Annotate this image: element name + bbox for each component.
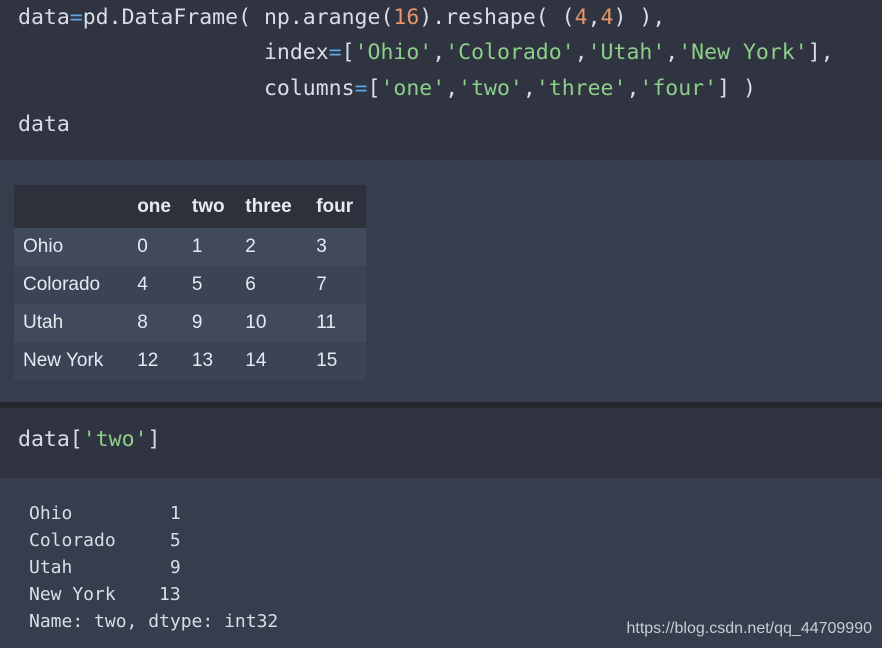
code-token: ] [147,427,161,452]
table-cell: 2 [236,228,308,266]
output-cell-1: one two three four Ohio 0 1 2 3 Colorado 4 5 6 7 Utah… [0,160,882,402]
code-token: [ [341,40,355,65]
table-cell: 7 [307,266,366,304]
code-token: = [354,76,368,101]
code-token: 'two' [458,76,523,101]
code-token: ).reshape( ( [419,5,575,30]
table-cell: 12 [128,342,183,380]
table-cell: 3 [307,228,366,266]
code-cell-2[interactable]: data['two'] [0,408,882,478]
code-token: 'one' [380,76,446,101]
table-cell: 6 [236,266,308,304]
code-token: index [18,40,329,65]
code-token: 'two' [82,427,148,452]
code-token: 'Utah' [587,40,666,65]
row-index: Ohio [14,228,129,266]
code-token: data [18,5,70,30]
table-cell: 8 [128,304,183,342]
row-index: Colorado [14,266,129,304]
table-cell: 10 [236,304,308,342]
code-token: data[ [18,427,83,452]
code-token: ], [807,40,834,65]
code-token: 'three' [535,76,627,101]
code-cell-1[interactable]: data=pd.DataFrame( np.arange(16).reshape… [0,0,882,160]
watermark: https://blog.csdn.net/qq_44709990 [626,620,872,637]
table-row: Utah 8 9 10 11 [14,304,366,342]
row-index: Utah [14,304,129,342]
row-index: New York [14,342,129,380]
code-token: 4 [574,5,588,30]
code-token: ] ) [717,76,756,101]
code-token: 4 [600,5,614,30]
table-cell: 13 [182,342,237,380]
table-header-row: one two three four [14,185,366,228]
table-cell: 9 [182,304,237,342]
code-token: 'New York' [678,40,808,65]
code-line: columns=['one','two','three','four'] ) [18,76,756,101]
code-token: 'Colorado' [445,40,575,65]
series-line: Ohio 1 [29,503,181,524]
series-output: Ohio 1 Colorado 5 Utah 9 New York 13 Name: t… [29,500,278,635]
code-line: data=pd.DataFrame( np.arange(16).reshape… [18,0,665,36]
series-line: Utah 9 [29,557,181,578]
series-line: New York 13 [29,584,181,605]
code-token: , [587,5,601,30]
code-token: 16 [393,5,420,30]
table-cell: 15 [307,342,366,380]
code-token: 'four' [639,76,718,101]
column-header: four [307,185,366,228]
dataframe-table: one two three four Ohio 0 1 2 3 Colorado 4 5 6 7 Utah… [14,185,366,380]
table-cell: 1 [182,228,237,266]
code-token: [ [367,76,381,101]
code-line: data [18,112,70,137]
table-cell: 5 [182,266,237,304]
table-row: New York 12 13 14 15 [14,342,366,380]
code-token: = [328,40,342,65]
column-header: three [236,185,308,228]
code-line: data['two'] [18,422,160,458]
code-token: columns [18,76,355,101]
table-row: Ohio 0 1 2 3 [14,228,366,266]
table-cell: 4 [128,266,183,304]
column-header [14,185,129,228]
code-token: = [69,5,83,30]
code-line: index=['Ohio','Colorado','Utah','New Yor… [18,40,834,65]
output-cell-2: Ohio 1 Colorado 5 Utah 9 New York 13 Name: t… [0,478,882,648]
column-header: two [182,185,237,228]
table-cell: 0 [128,228,183,266]
series-line: Colorado 5 [29,530,181,551]
code-token: ) ), [613,5,666,30]
series-line: Name: two, dtype: int32 [29,611,279,632]
table-row: Colorado 4 5 6 7 [14,266,366,304]
code-token: 'Ohio' [354,40,433,65]
column-header: one [128,185,183,228]
table-cell: 14 [236,342,308,380]
code-token: pd.DataFrame( np.arange( [82,5,394,30]
table-cell: 11 [307,304,366,342]
